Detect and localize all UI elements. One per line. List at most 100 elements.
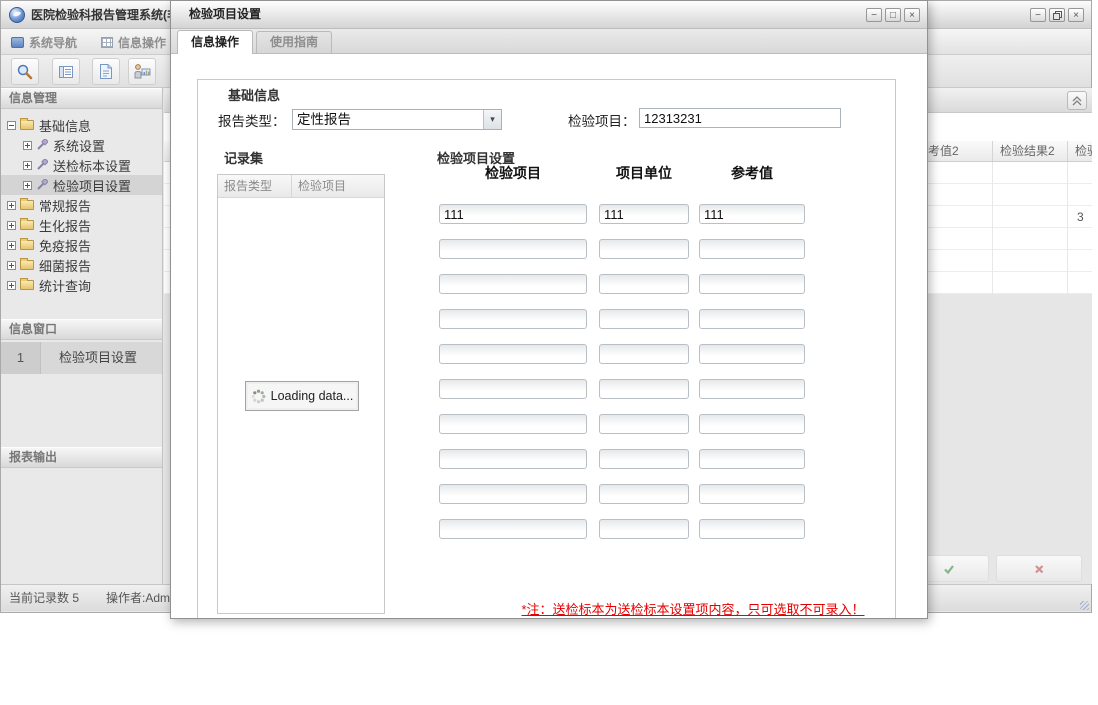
resize-grip[interactable] [1080,601,1089,610]
collapse-expander-icon[interactable] [7,120,16,130]
item-unit-input[interactable] [599,519,689,539]
item-name-input[interactable] [439,344,587,364]
restore-icon [1052,10,1062,20]
section-header-info-manage[interactable]: 信息管理 [1,88,162,109]
info-ops-label: 信息操作 [118,35,167,50]
tree-item-base-info[interactable]: 基础信息 [1,115,162,135]
tree-item-specimen-settings[interactable]: 送检标本设置 [1,155,162,175]
recordset-col-report-type[interactable]: 报告类型 [218,175,292,197]
search-tool-button[interactable] [11,58,39,85]
item-unit-input[interactable] [599,204,689,224]
column-header-result2[interactable]: 检验结果2 [992,141,1067,161]
dialog-body: 基础信息 报告类型： 定性报告 ▾ 检验项目： 记录集 报告类型 检验项目 [171,54,927,618]
recordset-col-test-item[interactable]: 检验项目 [292,175,384,197]
tab-user-guide[interactable]: 使用指南 [256,31,333,53]
tree-label: 统计查询 [39,278,92,294]
section-header-info-window[interactable]: 信息窗口 [1,319,162,340]
cancel-button[interactable] [996,555,1082,582]
item-unit-input[interactable] [599,239,689,259]
dialog-maximize-button[interactable]: □ [885,8,901,22]
expand-expander-icon[interactable] [23,160,32,170]
restore-button[interactable] [1049,8,1065,22]
tree-label: 检验项目设置 [53,178,132,194]
chevron-down-icon[interactable]: ▾ [483,110,501,129]
dialog-close-button[interactable]: × [904,8,920,22]
item-name-input[interactable] [439,379,587,399]
item-ref-input[interactable] [699,519,805,539]
tab-info-operation[interactable]: 信息操作 [177,30,254,54]
expand-expander-icon[interactable] [23,180,32,190]
nav-tree: 基础信息 系统设置 送检标本设置 检验项目设置 常规报告 生化报告 免疫报告 细… [1,115,162,295]
column-separator [992,162,993,294]
folder-icon [20,278,34,290]
minimize-button[interactable]: − [1030,8,1046,22]
expand-expander-icon[interactable] [7,220,16,230]
tree-item-immune-reports[interactable]: 免疫报告 [1,235,162,255]
item-name-input[interactable] [439,204,587,224]
tree-label: 基础信息 [39,118,92,134]
item-name-input[interactable] [439,449,587,469]
tree-item-routine-reports[interactable]: 常规报告 [1,195,162,215]
tree-item-statistics-query[interactable]: 统计查询 [1,275,162,295]
app-logo-icon [9,7,25,23]
item-name-input[interactable] [439,484,587,504]
window-index: 1 [1,342,41,374]
item-ref-input[interactable] [699,484,805,504]
item-ref-input[interactable] [699,309,805,329]
item-ref-input[interactable] [699,449,805,469]
item-name-input[interactable] [439,239,587,259]
table-icon [59,65,73,78]
item-unit-input[interactable] [599,379,689,399]
user-chart-icon [134,64,151,79]
item-name-input[interactable] [439,309,587,329]
expand-expander-icon[interactable] [7,260,16,270]
system-nav-button[interactable]: 系统导航 [11,32,93,52]
report-type-select[interactable]: 定性报告 ▾ [292,109,502,130]
tree-label: 送检标本设置 [53,158,132,174]
dialog-minimize-button[interactable]: − [866,8,882,22]
test-item-input[interactable] [639,108,841,128]
item-name-input[interactable] [439,274,587,294]
item-unit-input[interactable] [599,274,689,294]
dialog-titlebar[interactable]: 检验项目设置 − □ × [171,1,927,29]
main-window-controls: − × [1030,8,1084,22]
item-unit-input[interactable] [599,309,689,329]
open-window-list-item[interactable]: 1 检验项目设置 [1,342,162,374]
list-tool-button[interactable] [52,58,80,85]
settings-col-ref: 参考值 [731,165,773,181]
item-ref-input[interactable] [699,414,805,434]
tree-item-bacteria-reports[interactable]: 细菌报告 [1,255,162,275]
item-ref-input[interactable] [699,274,805,294]
item-ref-input[interactable] [699,239,805,259]
item-name-input[interactable] [439,414,587,434]
tree-item-system-settings[interactable]: 系统设置 [1,135,162,155]
document-tool-button[interactable] [92,58,120,85]
search-icon [17,64,33,79]
column-header-next[interactable]: 检验 [1067,141,1092,161]
section-header-report-output[interactable]: 报表输出 [1,447,162,468]
column-separator [1067,162,1068,294]
item-unit-input[interactable] [599,414,689,434]
tool-icon [37,179,48,190]
expand-expander-icon[interactable] [23,140,32,150]
item-unit-input[interactable] [599,449,689,469]
document-icon [100,64,112,79]
expand-expander-icon[interactable] [7,280,16,290]
item-ref-input[interactable] [699,379,805,399]
tree-item-biochem-reports[interactable]: 生化报告 [1,215,162,235]
tree-label: 生化报告 [39,218,92,234]
item-ref-input[interactable] [699,204,805,224]
tree-label: 系统设置 [53,138,106,154]
tree-item-test-item-settings[interactable]: 检验项目设置 [1,175,162,195]
item-unit-input[interactable] [599,344,689,364]
item-name-input[interactable] [439,519,587,539]
expand-expander-icon[interactable] [7,200,16,210]
close-button[interactable]: × [1068,8,1084,22]
info-ops-button[interactable]: 信息操作 [101,32,171,52]
folder-icon [20,198,34,210]
user-report-tool-button[interactable] [128,58,156,85]
item-unit-input[interactable] [599,484,689,504]
item-ref-input[interactable] [699,344,805,364]
collapse-panel-button[interactable] [1067,91,1087,110]
expand-expander-icon[interactable] [7,240,16,250]
